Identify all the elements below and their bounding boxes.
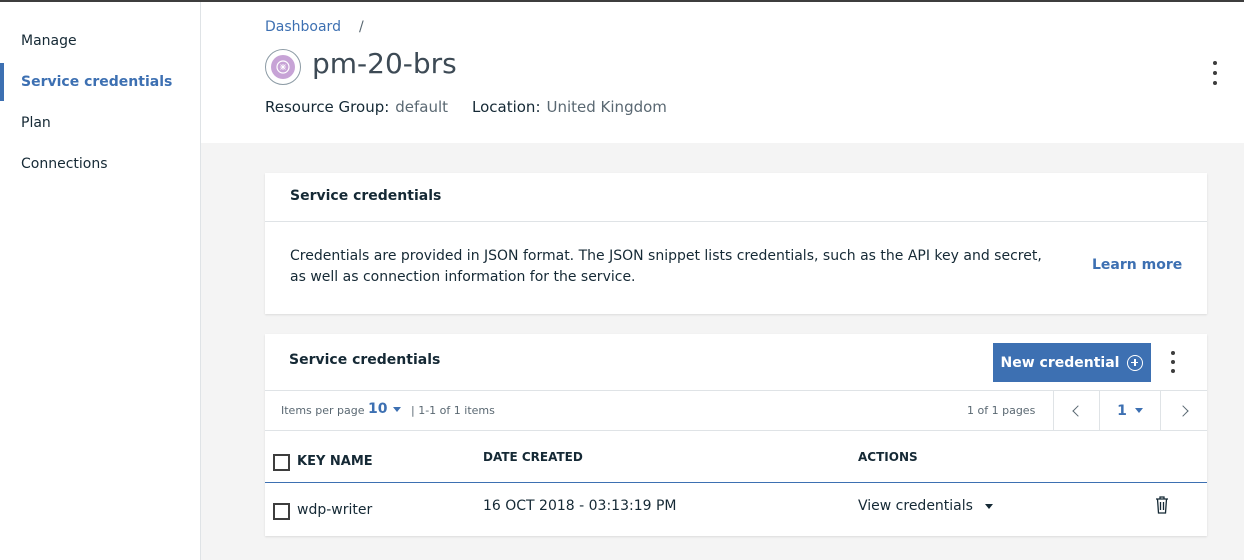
column-header-date-created[interactable]: DATE CREATED	[483, 450, 583, 464]
page-title: pm-20-brs	[312, 47, 457, 80]
items-range: | 1-1 of 1 items	[411, 404, 495, 417]
credentials-table-card: Service credentials New credential Items…	[265, 334, 1207, 536]
pagination-bar: Items per page 10 | 1-1 of 1 items 1 of …	[265, 390, 1207, 431]
chevron-down-icon	[393, 406, 402, 412]
info-card-description: Credentials are provided in JSON format.…	[290, 248, 1042, 285]
next-page-button[interactable]	[1161, 391, 1207, 430]
view-credentials-label: View credentials	[858, 498, 973, 514]
divider	[265, 221, 1207, 222]
service-icon	[265, 49, 301, 85]
sidebar-item-service-credentials[interactable]: Service credentials	[0, 63, 200, 101]
new-credential-label: New credential	[1000, 354, 1120, 371]
info-card-title: Service credentials	[290, 188, 442, 204]
column-header-key-name[interactable]: KEY NAME	[297, 454, 373, 469]
new-credential-button[interactable]: New credential	[993, 343, 1151, 382]
sidebar-item-label: Plan	[21, 115, 51, 131]
sidebar-item-label: Manage	[21, 33, 77, 49]
location: Location: United Kingdom	[472, 98, 667, 116]
sidebar-item-plan[interactable]: Plan	[0, 104, 200, 142]
overflow-menu-icon[interactable]	[1169, 351, 1177, 373]
credentials-card-title: Service credentials	[289, 352, 441, 368]
location-value: United Kingdom	[546, 98, 667, 116]
table-header: KEY NAME DATE CREATED ACTIONS	[265, 431, 1207, 483]
sidebar-item-manage[interactable]: Manage	[0, 22, 200, 60]
page-count: 1 of 1 pages	[967, 404, 1036, 417]
breadcrumb-dashboard-link[interactable]: Dashboard	[265, 19, 341, 35]
cell-key-name: wdp-writer	[297, 502, 373, 518]
page-select[interactable]: 1	[1099, 391, 1161, 430]
learn-more-link[interactable]: Learn more	[1092, 257, 1182, 273]
column-header-actions: ACTIONS	[858, 450, 918, 464]
sidebar-item-label: Connections	[21, 156, 108, 172]
add-circle-icon	[1127, 354, 1144, 371]
info-card: Service credentials Credentials are prov…	[265, 173, 1207, 314]
resource-group-label: Resource Group:	[265, 98, 390, 116]
chevron-down-icon	[984, 503, 993, 509]
sidebar: Manage Service credentials Plan Connecti…	[0, 2, 201, 560]
items-per-page-label: Items per page	[281, 404, 365, 417]
page-header: Dashboard / pm-20-brs Resource Group: de…	[201, 2, 1244, 143]
chevron-left-icon	[1072, 404, 1084, 417]
previous-page-button[interactable]	[1053, 391, 1099, 430]
trash-icon[interactable]	[1155, 496, 1169, 514]
sidebar-item-connections[interactable]: Connections	[0, 145, 200, 183]
cell-date-created: 16 OCT 2018 - 03:13:19 PM	[483, 498, 677, 514]
resource-group-value: default	[395, 98, 449, 116]
chevron-right-icon	[1176, 404, 1189, 417]
overflow-menu-icon[interactable]	[1207, 59, 1223, 87]
breadcrumb-separator: /	[358, 19, 364, 35]
items-per-page-value: 10	[368, 401, 388, 417]
resource-group: Resource Group: default	[265, 98, 448, 116]
table-row: wdp-writer 16 OCT 2018 - 03:13:19 PM Vie…	[265, 483, 1207, 536]
current-page-value: 1	[1117, 402, 1127, 419]
row-checkbox[interactable]	[273, 503, 290, 520]
view-credentials-dropdown[interactable]: View credentials	[858, 498, 993, 514]
location-label: Location:	[472, 98, 541, 116]
chevron-down-icon	[1134, 408, 1143, 413]
select-all-checkbox[interactable]	[273, 454, 290, 471]
sidebar-item-label: Service credentials	[21, 74, 173, 90]
breadcrumb: Dashboard /	[265, 19, 364, 35]
items-per-page-select[interactable]: 10	[368, 401, 402, 417]
